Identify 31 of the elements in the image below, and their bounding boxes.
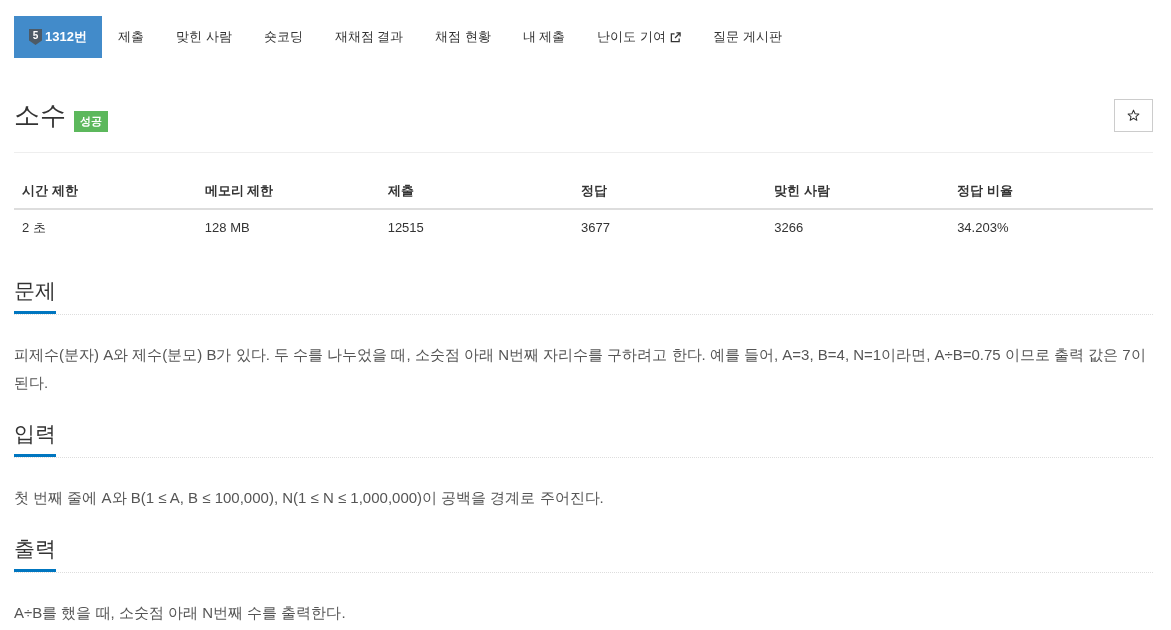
table-cell: 3677: [573, 209, 767, 245]
nav-tab[interactable]: 숏코딩: [247, 16, 319, 58]
nav-tab[interactable]: 채점 현황: [419, 16, 507, 58]
nav-tab[interactable]: 재채점 결과: [318, 16, 420, 58]
nav-tab[interactable]: 맞힌 사람: [159, 16, 248, 58]
section-text: 피제수(분자) A와 제수(분모) B가 있다. 두 수를 나누었을 때, 소숫점 아래 N번째 자리수를 구하려고 한다. 예를 들어, A=3, B=4, N=1이라면, A÷B=0.75 이므로 출력 값은 7이 된다.: [14, 345, 1147, 393]
nav-tab[interactable]: 제출: [101, 16, 160, 58]
table-cell: 2 초: [14, 209, 197, 245]
column-header: 정답: [573, 173, 767, 209]
column-header: 메모리 제한: [196, 173, 380, 209]
tier-badge: 5: [29, 29, 42, 45]
status-label: 성공: [74, 111, 108, 132]
column-header: 제출: [379, 173, 573, 209]
section-text: A÷B를 했을 때, 소숫점 아래 N번째 수를 출력한다.: [14, 603, 347, 623]
section-heading: 문제: [14, 280, 56, 314]
column-header: 정답 비율: [949, 173, 1153, 209]
table-cell: 3266: [766, 209, 950, 245]
problem-title: 소수: [14, 100, 66, 130]
table-cell: 128 MB: [196, 209, 380, 245]
nav-tab[interactable]: 내 제출: [506, 16, 582, 58]
table-cell: 12515: [379, 209, 573, 245]
section-text: 첫 번째 줄에 A와 B(1 ≤ A, B ≤ 100,000), N(1 ≤ N ≤ 1,000,000)이 공백을 경계로 주어진다.: [14, 488, 605, 508]
star-button[interactable]: [1114, 98, 1153, 132]
nav-tab[interactable]: 질문 게시판: [697, 16, 798, 58]
column-header: 맞힌 사람: [766, 173, 950, 209]
section-heading: 입력: [14, 423, 56, 457]
table-cell: 34.203%: [949, 209, 1153, 245]
nav-tab[interactable]: 5 1312번: [14, 16, 102, 58]
nav-tab[interactable]: 난이도 기여: [581, 16, 698, 58]
column-header: 시간 제한: [14, 173, 197, 209]
section-heading: 출력: [14, 538, 56, 572]
